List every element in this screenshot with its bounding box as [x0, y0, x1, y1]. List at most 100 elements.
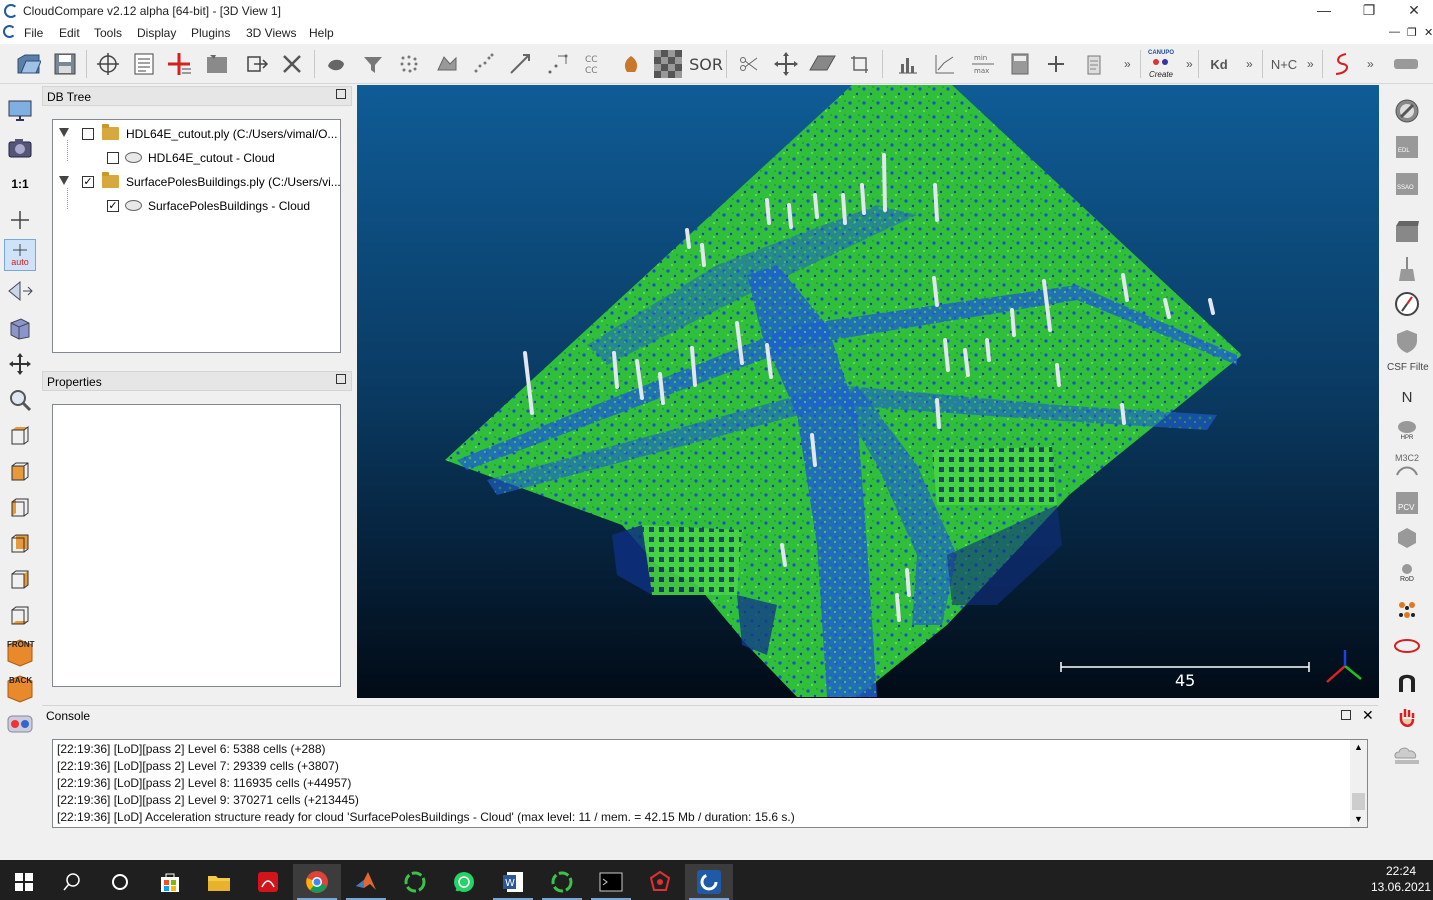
- acrobat-icon[interactable]: [244, 864, 292, 900]
- restore-button[interactable]: ❐: [1346, 0, 1392, 22]
- toolbar-overflow-icon[interactable]: »: [1246, 57, 1253, 71]
- north-arrow-button[interactable]: N: [1391, 381, 1423, 413]
- expand-arrow-icon[interactable]: [59, 128, 69, 137]
- menu-3d-views[interactable]: 3D Views: [246, 26, 296, 40]
- histogram-icon[interactable]: [894, 50, 922, 78]
- console-log[interactable]: [22:19:36] [LoD][pass 2] Level 6: 5388 c…: [52, 739, 1368, 828]
- crop-icon[interactable]: [846, 50, 874, 78]
- display-icon[interactable]: [4, 95, 36, 127]
- fit-icon[interactable]: [931, 50, 959, 78]
- cluster-icon[interactable]: [1391, 594, 1423, 626]
- align-icon[interactable]: [506, 50, 534, 78]
- pcv-button[interactable]: PCV: [1391, 487, 1423, 519]
- compass-icon[interactable]: [1391, 288, 1423, 320]
- close-button[interactable]: ✕: [1391, 0, 1433, 22]
- save-icon[interactable]: [51, 50, 79, 78]
- cloudcompare-taskbar-icon[interactable]: [685, 864, 733, 900]
- scroll-down-icon[interactable]: ▼: [1354, 814, 1363, 824]
- menu-help[interactable]: Help: [309, 26, 334, 40]
- store-icon[interactable]: [146, 864, 194, 900]
- menu-tools[interactable]: Tools: [94, 26, 122, 40]
- zoom-icon[interactable]: [4, 384, 36, 416]
- toolbar-overflow-icon[interactable]: »: [1367, 57, 1374, 71]
- translate-icon[interactable]: [772, 50, 800, 78]
- plane-icon[interactable]: [808, 50, 836, 78]
- mdi-close-button[interactable]: ✕: [1424, 26, 1433, 39]
- export-icon[interactable]: [243, 50, 271, 78]
- back-view-icon[interactable]: [4, 528, 36, 560]
- visibility-checkbox[interactable]: ✓: [107, 200, 119, 212]
- word-icon[interactable]: W: [489, 864, 537, 900]
- bottom-view-icon[interactable]: [4, 600, 36, 632]
- perspective-icon[interactable]: [4, 275, 36, 307]
- canupo-create-button[interactable]: CANUPO Create: [1147, 50, 1175, 79]
- toolbar-overflow-icon[interactable]: »: [1124, 57, 1131, 71]
- zoom-one-to-one-button[interactable]: 1:1: [4, 168, 36, 200]
- menu-display[interactable]: Display: [137, 26, 176, 40]
- extra-plugin-icon[interactable]: [1392, 50, 1420, 78]
- cube-view-icon[interactable]: [4, 312, 36, 344]
- point-list-picking-icon[interactable]: [165, 50, 193, 78]
- db-tree[interactable]: HDL64E_cutout.ply (C:/Users/vimal/O... H…: [52, 119, 341, 353]
- visibility-checkbox[interactable]: [82, 128, 94, 140]
- system-clock[interactable]: 22:24 13.06.2021: [1371, 863, 1431, 895]
- visibility-checkbox[interactable]: ✓: [82, 176, 94, 188]
- mdi-minimize-button[interactable]: —: [1389, 26, 1400, 38]
- scatter-icon[interactable]: [470, 50, 498, 78]
- move-icon[interactable]: [4, 348, 36, 380]
- sor-filter-button[interactable]: SOR: [689, 50, 723, 78]
- stereo-icon[interactable]: [4, 708, 36, 740]
- float-console-icon[interactable]: [1341, 710, 1351, 720]
- kd-tree-button[interactable]: Kd: [1205, 50, 1233, 78]
- camera-icon[interactable]: [4, 132, 36, 164]
- ellipse-icon[interactable]: [1391, 630, 1423, 662]
- sample-points-icon[interactable]: [322, 50, 350, 78]
- iso-front-button[interactable]: FRONT: [4, 636, 36, 668]
- file-explorer-icon[interactable]: [195, 864, 243, 900]
- arch-icon[interactable]: [1391, 666, 1423, 698]
- menu-plugins[interactable]: Plugins: [191, 26, 230, 40]
- csf-filter-icon[interactable]: [1391, 325, 1423, 357]
- console-scrollbar[interactable]: ▲ ▼: [1350, 740, 1367, 827]
- cortana-icon[interactable]: [96, 864, 144, 900]
- subsample-icon[interactable]: [395, 50, 423, 78]
- segment-icon[interactable]: [204, 50, 232, 78]
- toolbar-overflow-icon[interactable]: »: [1186, 57, 1193, 71]
- filter-icon[interactable]: [359, 50, 387, 78]
- cloud-layers-icon[interactable]: [1391, 739, 1423, 771]
- matlab-icon[interactable]: [342, 864, 390, 900]
- pivot-icon[interactable]: [4, 204, 36, 236]
- auto-pivot-button[interactable]: auto: [4, 239, 36, 271]
- hpr-button[interactable]: HPR: [1391, 415, 1423, 447]
- search-icon[interactable]: [48, 864, 96, 900]
- menu-file[interactable]: File: [24, 26, 43, 40]
- shape-icon[interactable]: [1391, 522, 1423, 554]
- list-icon[interactable]: [130, 50, 158, 78]
- rod-button[interactable]: RoD: [1391, 557, 1423, 589]
- open-file-icon[interactable]: [14, 50, 42, 78]
- polyline-icon[interactable]: [1328, 50, 1356, 78]
- network-app-icon[interactable]: [636, 864, 684, 900]
- normals-curvature-button[interactable]: N+C: [1270, 50, 1298, 78]
- point-picking-icon[interactable]: [94, 50, 122, 78]
- hand-icon[interactable]: [1391, 702, 1423, 734]
- calculator-icon[interactable]: [1006, 50, 1034, 78]
- ssao-shader-button[interactable]: SSAO: [1391, 168, 1423, 200]
- scroll-thumb[interactable]: [1352, 793, 1365, 810]
- checker-icon[interactable]: [654, 50, 682, 78]
- m3c2-button[interactable]: M3C2: [1391, 451, 1423, 483]
- iso-back-button[interactable]: BACK: [4, 672, 36, 704]
- properties-panel[interactable]: [52, 404, 341, 687]
- 3d-view[interactable]: [357, 85, 1379, 698]
- chrome-icon[interactable]: [293, 864, 341, 900]
- disable-shaders-icon[interactable]: [1391, 95, 1423, 127]
- expand-arrow-icon[interactable]: [59, 176, 69, 185]
- scroll-up-icon[interactable]: ▲: [1354, 742, 1363, 752]
- terminal-icon[interactable]: [587, 864, 635, 900]
- min-max-icon[interactable]: min max: [969, 50, 997, 78]
- sync-app-icon-2[interactable]: [538, 864, 586, 900]
- clipboard-icon[interactable]: [1080, 50, 1108, 78]
- toolbar-overflow-icon[interactable]: »: [1307, 57, 1314, 71]
- mdi-restore-button[interactable]: ❐: [1407, 26, 1417, 39]
- register-icon[interactable]: [544, 50, 572, 78]
